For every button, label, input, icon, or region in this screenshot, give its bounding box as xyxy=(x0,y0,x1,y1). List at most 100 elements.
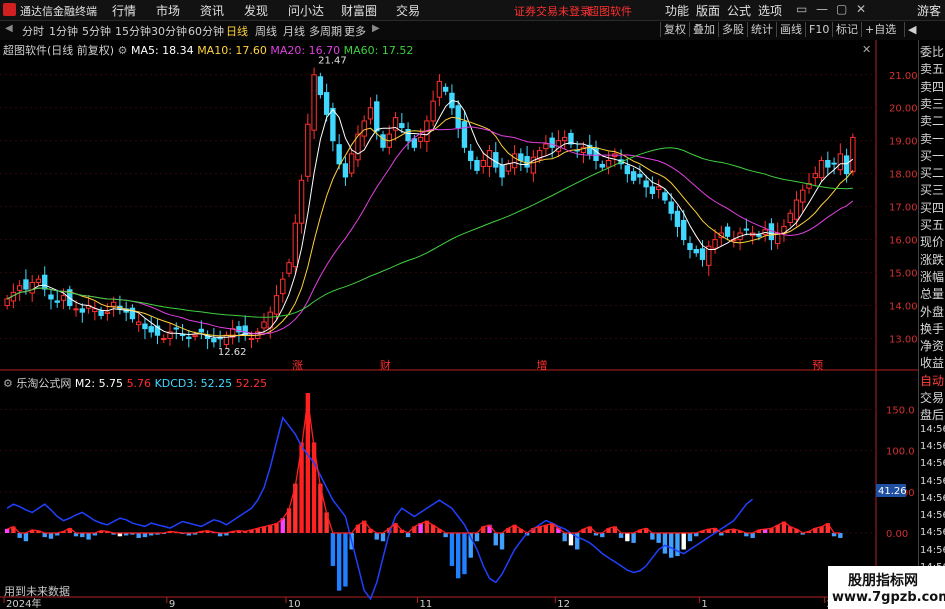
candle-body xyxy=(818,159,825,179)
candle-body xyxy=(712,239,718,249)
indicator-legend: ⚙ 乐淘公式网 M2: 5.75 5.76 KDCD3: 52.25 52.25 xyxy=(3,375,267,391)
candle-body xyxy=(637,173,643,178)
side-panel-item: 外盘 xyxy=(920,304,945,319)
m2-bar xyxy=(4,528,10,533)
candle-body xyxy=(681,219,687,241)
m2-bar xyxy=(562,533,567,542)
side-panel-item: 卖二 xyxy=(920,114,945,129)
ma5-label: MA5: 18.34 xyxy=(130,44,194,57)
side-panel-item: 收益 xyxy=(920,356,945,371)
indicator-tick: 100.0 xyxy=(886,447,915,458)
close-chart-icon[interactable]: ✕ xyxy=(862,43,871,56)
candle-body xyxy=(474,159,480,171)
event-marker: 财 xyxy=(380,358,391,372)
settings-icon[interactable]: ⚙ xyxy=(3,377,13,390)
price-tick: 18.00 xyxy=(889,170,918,181)
settings-icon[interactable]: ⚙ xyxy=(118,44,128,57)
candle-body xyxy=(374,101,380,132)
event-marker: 预 xyxy=(812,359,823,372)
m2-bar xyxy=(618,533,624,538)
event-marker: 增 xyxy=(537,358,548,372)
m2-bar xyxy=(455,533,461,579)
price-tick: 15.00 xyxy=(889,269,918,280)
candle-body xyxy=(518,153,524,161)
indicator-value-text: 41.26 xyxy=(878,486,907,497)
m2-bar xyxy=(23,533,29,542)
date-tick-label: 10 xyxy=(288,599,301,609)
m2-bar xyxy=(48,533,54,539)
candle-body xyxy=(699,248,706,260)
candle-body xyxy=(605,159,612,168)
candle-body xyxy=(655,186,662,191)
candle-body xyxy=(662,192,668,201)
m2-bar xyxy=(330,533,336,566)
m2-bar xyxy=(838,533,843,538)
m2-bar xyxy=(449,533,455,566)
candle-body xyxy=(442,86,449,92)
side-panel-item: 换手 xyxy=(920,321,945,336)
candle-body xyxy=(436,80,443,98)
side-panel-item: 净资 xyxy=(920,339,945,354)
candle-body xyxy=(743,228,750,231)
candle-body xyxy=(298,179,305,224)
candle-body xyxy=(825,159,831,168)
indicator-name[interactable]: 乐淘公式网 xyxy=(16,377,71,390)
candle-body xyxy=(330,107,336,142)
candle-body xyxy=(800,189,806,203)
candle-body xyxy=(54,300,60,303)
price-tick: 14.00 xyxy=(889,302,918,313)
ma60-label: MA60: 17.52 xyxy=(343,44,414,57)
side-panel-item: 14:56 xyxy=(920,475,945,487)
candle-body xyxy=(142,323,148,330)
candle-body xyxy=(211,338,217,343)
candle-body xyxy=(110,301,117,307)
candle-body xyxy=(599,163,605,168)
candle-body xyxy=(179,334,186,337)
candle-body xyxy=(787,212,793,223)
candle-body xyxy=(311,74,317,131)
candle-body xyxy=(543,143,549,150)
kline-chart[interactable]: 21.4712.62 21.0020.0019.0018.0017.0016.0… xyxy=(0,0,945,609)
side-panel-item: 14:56 xyxy=(920,458,945,470)
date-tick-label: 1 xyxy=(701,599,707,609)
candle-body xyxy=(493,152,499,168)
candle-body xyxy=(505,163,512,172)
indicator-tick: 150.0 xyxy=(886,405,915,416)
side-panel-item: 卖三 xyxy=(920,96,945,111)
side-panel-item: 卖一 xyxy=(920,131,945,146)
candle-body xyxy=(643,180,649,188)
m2-bar xyxy=(656,533,661,543)
side-panel-item: 盘后 xyxy=(920,408,945,423)
price-tick: 16.00 xyxy=(889,236,918,247)
candle-body xyxy=(4,298,10,307)
side-panel-item: 涨跌 xyxy=(920,252,945,267)
candle-body xyxy=(60,295,67,301)
price-tick: 17.00 xyxy=(889,203,918,214)
candle-body xyxy=(724,226,731,237)
m2-bar xyxy=(136,533,141,538)
candle-body xyxy=(104,311,111,314)
side-panel-item: 总量 xyxy=(920,287,945,302)
m2-bar xyxy=(668,533,674,558)
side-panel-item: 买一 xyxy=(920,148,945,163)
candle-body xyxy=(499,164,505,178)
candle-body xyxy=(280,278,286,295)
m2-bar xyxy=(631,533,636,543)
side-panel-item: 买二 xyxy=(920,166,945,181)
price-tick: 19.00 xyxy=(889,137,918,148)
m2-bar xyxy=(474,533,480,542)
candle-body xyxy=(336,144,342,165)
candle-body xyxy=(23,279,29,290)
candle-body xyxy=(348,153,355,174)
candle-body xyxy=(549,137,555,148)
m2-value: 5.76 xyxy=(126,377,152,390)
watermark: 股朋指标网 www.7gpzb.com xyxy=(828,566,945,609)
candle-body xyxy=(135,321,142,326)
event-marker: 涨 xyxy=(292,359,303,372)
ma-legend: 超图软件(日线 前复权) ⚙ MA5: 18.34 MA10: 17.60 MA… xyxy=(3,42,413,58)
candle-body xyxy=(73,308,79,311)
m2-bar xyxy=(343,533,348,587)
m2-bar xyxy=(462,533,467,575)
candle-body xyxy=(361,120,367,137)
candle-body xyxy=(837,153,844,171)
